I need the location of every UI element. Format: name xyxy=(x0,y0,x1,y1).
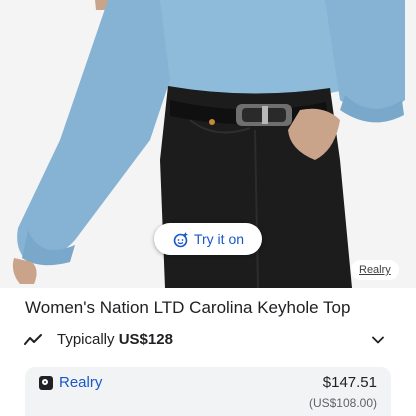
typical-prefix: Typically xyxy=(57,331,115,348)
chevron-down-icon[interactable] xyxy=(371,333,385,347)
price-insight-row[interactable]: Typically US$128 xyxy=(0,326,416,354)
typical-price-text: Typically US$128 xyxy=(57,331,173,348)
store-converted-price: (US$108.00) xyxy=(308,396,377,410)
try-it-on-button[interactable]: Try it on xyxy=(154,223,262,255)
store-name[interactable]: Realry xyxy=(59,374,102,391)
typical-amount: US$128 xyxy=(118,331,173,348)
store-price: $147.51 xyxy=(322,374,377,391)
product-title: Women's Nation LTD Carolina Keyhole Top xyxy=(25,298,351,317)
image-source-link[interactable]: Realry xyxy=(351,260,399,280)
sparkle-face-icon xyxy=(172,231,189,248)
product-image[interactable]: Try it on Realry xyxy=(0,0,416,288)
store-logo-icon xyxy=(39,376,53,390)
store-offer-card[interactable]: Realry $147.51 (US$108.00) xyxy=(25,367,391,416)
trending-line-icon xyxy=(24,332,42,348)
try-it-on-label: Try it on xyxy=(193,231,245,247)
